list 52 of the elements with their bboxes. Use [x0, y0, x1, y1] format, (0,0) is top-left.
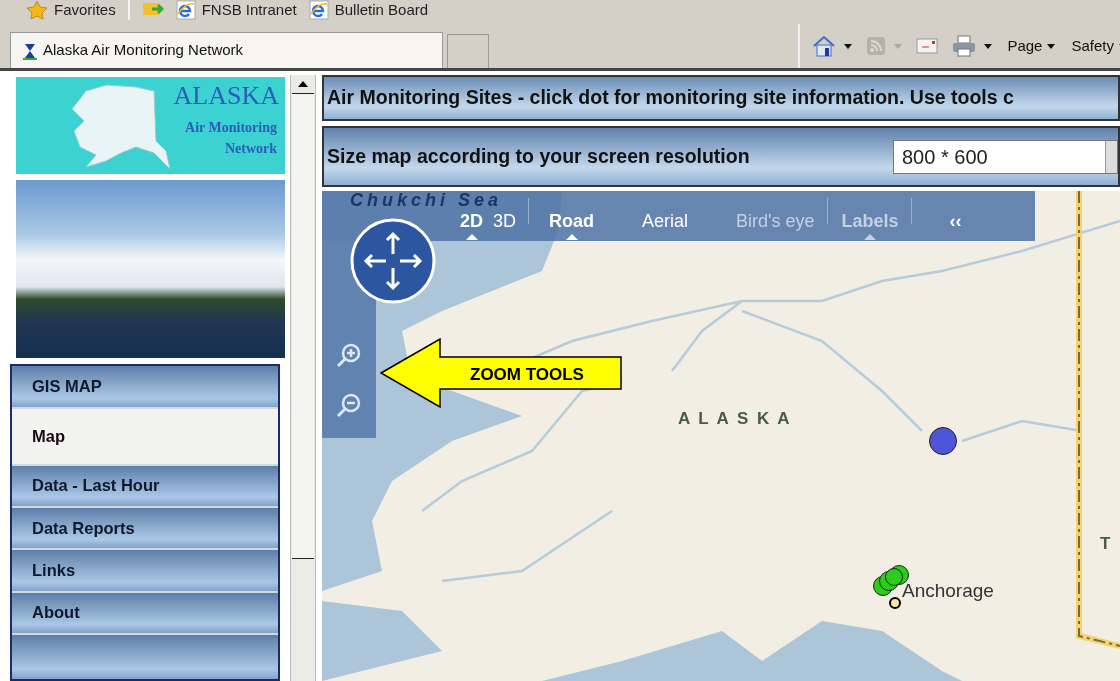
header-bar: Air Monitoring Sites - click dot for monitoring site information. Use tools c — [322, 75, 1120, 121]
sidebar-item[interactable]: GIS MAP — [12, 366, 278, 407]
caret-icon — [465, 234, 478, 240]
favorites-bar-item[interactable]: Bulletin Board — [308, 0, 429, 20]
star-icon — [26, 0, 48, 20]
caret-icon — [844, 43, 853, 49]
zoom-in-icon[interactable] — [336, 342, 362, 368]
mail-icon — [916, 38, 939, 54]
browser-page-icon — [308, 0, 329, 20]
logo-subtitle: Air Monitoring — [185, 119, 277, 137]
new-tab-button[interactable] — [447, 34, 489, 68]
site-icon — [23, 41, 37, 60]
logo-title: ALASKA — [173, 81, 279, 111]
add-favorite-icon[interactable] — [141, 0, 164, 18]
printer-icon — [952, 35, 977, 57]
sidebar-item[interactable]: About — [12, 592, 278, 634]
scrollbar[interactable] — [290, 75, 316, 681]
map-mode-tab[interactable]: Aerial — [642, 211, 689, 231]
browser-page-icon — [175, 0, 196, 20]
map-mode-tab[interactable]: Road — [549, 211, 595, 231]
sidebar-item[interactable]: Data - Last Hour — [12, 465, 278, 506]
sea-label: Chukchi Sea — [350, 191, 503, 209]
zoom-out-icon[interactable] — [336, 392, 362, 418]
sidebar-item[interactable]: Data Reports — [12, 507, 278, 549]
region-label: T — [1100, 533, 1113, 555]
pan-control-icon[interactable] — [350, 218, 436, 304]
resolution-label: Size map according to your screen resolution — [327, 143, 751, 169]
caret-icon — [894, 43, 903, 49]
favorites-bar-item[interactable]: Favorites — [26, 0, 130, 20]
map-mode-tab[interactable]: 3D — [493, 211, 517, 231]
region-label: A L A S K A — [678, 408, 792, 430]
sidebar-item[interactable]: Links — [12, 550, 278, 591]
map-mode-tab[interactable]: 2D — [460, 211, 483, 231]
caret-icon — [864, 234, 877, 240]
dropdown-icon[interactable] — [1105, 140, 1117, 173]
caret-icon — [984, 43, 993, 49]
logo-subtitle: Network — [224, 140, 277, 158]
city-label: Anchorage — [902, 579, 994, 603]
sidebar-item[interactable] — [12, 635, 278, 679]
menu-button[interactable]: Page — [1002, 34, 1061, 58]
collapse-button[interactable]: ‹‹ — [949, 211, 962, 231]
caret-icon — [565, 234, 578, 240]
caret-icon — [1047, 43, 1056, 49]
resolution-select[interactable]: 800 * 600 — [893, 139, 1118, 174]
home-icon — [812, 35, 837, 57]
browser-tab[interactable]: Alaska Air Monitoring Network — [10, 32, 443, 68]
scrollbar-thumb[interactable] — [292, 93, 314, 559]
sidebar-item[interactable]: Map — [12, 408, 278, 464]
feed-icon — [866, 36, 887, 56]
favorites-bar-item[interactable]: FNSB Intranet — [175, 0, 297, 20]
menu-button[interactable]: Safety — [1066, 34, 1120, 58]
arrow-callout: ZOOM TOOLS — [380, 338, 623, 408]
